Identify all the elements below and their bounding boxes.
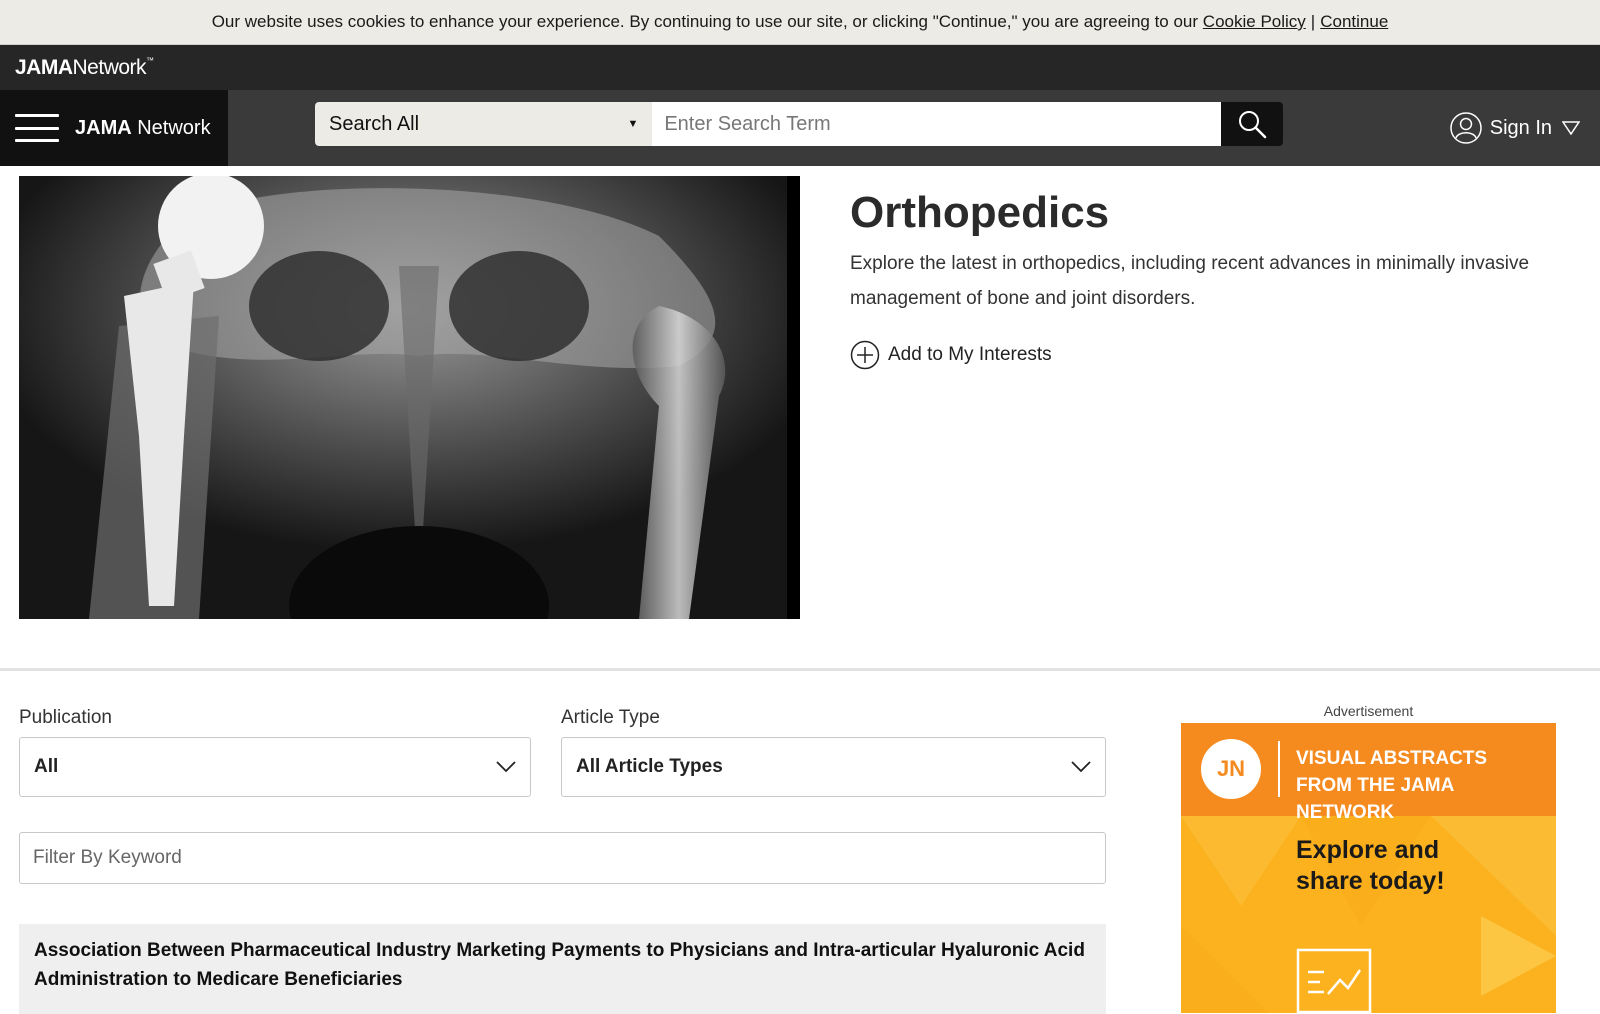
jama-network-logo[interactable]: JAMANetwork™	[15, 56, 154, 80]
ad-cta-line-2: share today!	[1296, 867, 1445, 895]
ad-headline-line-1: VISUAL ABSTRACTS	[1296, 748, 1488, 769]
nav-title-bold: JAMA	[75, 116, 132, 139]
page-title: Orthopedics	[850, 188, 1110, 237]
nav-title-rest: Network	[137, 116, 211, 139]
nav-site-title[interactable]: JAMA Network	[75, 117, 211, 140]
hero-xray-image	[19, 176, 800, 619]
chevron-down-icon	[496, 761, 516, 773]
article-list-item[interactable]: Association Between Pharmaceutical Indus…	[19, 924, 1106, 1014]
cookie-policy-link[interactable]: Cookie Policy	[1203, 12, 1306, 32]
sign-in-label: Sign In	[1489, 116, 1552, 139]
ad-cta: Explore and share today!	[1296, 835, 1445, 897]
cookie-separator: |	[1310, 12, 1316, 31]
article-type-select[interactable]: All Article Types	[561, 737, 1106, 797]
chart-trend-icon	[1296, 948, 1372, 1013]
user-circle-icon	[1449, 112, 1482, 144]
add-to-interests-button[interactable]: Add to My Interests	[850, 340, 1052, 370]
ad-divider-line	[1278, 741, 1280, 797]
search-input[interactable]	[652, 102, 1222, 146]
search-scope-select[interactable]: Search All ▼	[315, 102, 653, 146]
search-scope-value: Search All	[329, 112, 420, 135]
xray-illustration	[19, 176, 800, 619]
brand-bar: JAMANetwork™	[0, 45, 1600, 90]
search-bar: Search All ▼	[315, 102, 1283, 146]
nav-left: JAMA Network	[0, 90, 228, 166]
cookie-continue-link[interactable]: Continue	[1320, 12, 1388, 32]
search-icon	[1239, 111, 1267, 139]
publication-value: All	[34, 756, 59, 777]
article-type-label: Article Type	[561, 707, 660, 728]
article-title[interactable]: Association Between Pharmaceutical Indus…	[34, 940, 1085, 990]
page-description: Explore the latest in orthopedics, inclu…	[850, 253, 1530, 309]
publication-label: Publication	[19, 707, 112, 728]
ad-cta-line-1: Explore and	[1296, 836, 1440, 864]
ad-headline: VISUAL ABSTRACTS FROM THE JAMA NETWORK	[1296, 745, 1556, 826]
logo-rest: Network	[72, 55, 147, 79]
search-button[interactable]	[1221, 102, 1283, 146]
section-divider	[0, 668, 1600, 671]
cookie-message: Our website uses cookies to enhance your…	[211, 12, 1199, 31]
triangle-down-icon	[1562, 121, 1580, 135]
hamburger-menu-icon[interactable]	[15, 114, 59, 142]
logo-bold: JAMA	[15, 55, 73, 79]
add-to-interests-label: Add to My Interests	[888, 344, 1052, 365]
sign-in-button[interactable]: Sign In	[1449, 108, 1580, 148]
keyword-filter-input[interactable]	[19, 832, 1106, 884]
main-navbar: JAMA Network Search All ▼ Sign In	[0, 90, 1600, 166]
cookie-banner: Our website uses cookies to enhance your…	[0, 0, 1600, 45]
plus-circle-icon	[850, 340, 880, 370]
chevron-down-icon	[1071, 761, 1091, 773]
logo-tm: ™	[146, 55, 154, 65]
caret-down-icon: ▼	[627, 118, 639, 130]
publication-select[interactable]: All	[19, 737, 531, 797]
advertisement-banner[interactable]: JN VISUAL ABSTRACTS FROM THE JAMA NETWOR…	[1181, 723, 1556, 1013]
jn-logo: JN	[1201, 739, 1261, 799]
ad-headline-line-2: FROM THE JAMA NETWORK	[1296, 775, 1454, 823]
advertisement-label: Advertisement	[1323, 703, 1414, 719]
article-type-value: All Article Types	[576, 756, 723, 777]
